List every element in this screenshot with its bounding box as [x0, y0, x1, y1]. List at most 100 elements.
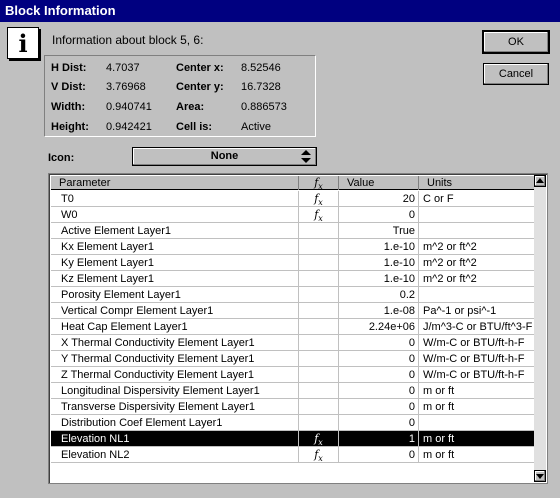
- function-cell[interactable]: [299, 383, 339, 399]
- header-units[interactable]: Units: [419, 176, 536, 190]
- table-row[interactable]: Elevation NL1 fx 1 m or ft: [51, 431, 536, 447]
- units-cell: Pa^-1 or psi^-1: [419, 303, 536, 319]
- table-row[interactable]: T0 fx 20 C or F: [51, 191, 536, 207]
- value-cell[interactable]: 2.24e+06: [339, 319, 419, 335]
- value-cell[interactable]: True: [339, 223, 419, 239]
- table-row[interactable]: Elevation NL2 fx 0 m or ft: [51, 447, 536, 463]
- table-row[interactable]: Y Thermal Conductivity Element Layer1 0 W/…: [51, 351, 536, 367]
- arrow-down-icon: [536, 474, 544, 479]
- area-value: 0.886573: [241, 101, 287, 113]
- function-cell[interactable]: [299, 271, 339, 287]
- function-cell[interactable]: [299, 319, 339, 335]
- icon-select-value: None: [210, 150, 239, 162]
- width-label: Width:: [51, 101, 86, 113]
- value-cell[interactable]: 0: [339, 447, 419, 463]
- parameter-cell: Vertical Compr Element Layer1: [51, 303, 299, 319]
- value-cell[interactable]: 1: [339, 431, 419, 447]
- parameter-cell: Kz Element Layer1: [51, 271, 299, 287]
- center-x-label: Center x:: [176, 62, 224, 74]
- value-cell[interactable]: 0.2: [339, 287, 419, 303]
- value-cell[interactable]: 0: [339, 335, 419, 351]
- table-row[interactable]: Z Thermal Conductivity Element Layer1 0 W/…: [51, 367, 536, 383]
- parameter-cell: Transverse Dispersivity Element Layer1: [51, 399, 299, 415]
- header-function[interactable]: fx: [299, 176, 339, 191]
- table-row[interactable]: Transverse Dispersivity Element Layer1 0 m…: [51, 399, 536, 415]
- table-row[interactable]: Active Element Layer1 True: [51, 223, 536, 239]
- table-row[interactable]: Porosity Element Layer1 0.2: [51, 287, 536, 303]
- value-cell[interactable]: 0: [339, 399, 419, 415]
- icon-select[interactable]: None: [132, 147, 317, 166]
- value-cell[interactable]: 0: [339, 351, 419, 367]
- table-row[interactable]: Heat Cap Element Layer1 2.24e+06 J/m^3-C o…: [51, 319, 536, 335]
- vertical-scrollbar[interactable]: [534, 175, 546, 482]
- function-cell[interactable]: [299, 415, 339, 431]
- cell-value: Active: [241, 121, 271, 133]
- cell-label: Cell is:: [176, 121, 213, 133]
- scroll-up-button[interactable]: [534, 175, 546, 187]
- value-cell[interactable]: 1.e-08: [339, 303, 419, 319]
- ok-button[interactable]: OK: [483, 31, 549, 53]
- icon-label: Icon:: [48, 152, 75, 164]
- table-rows: T0 fx 20 C or F W0 fx 0 Active Element Layer1 Tr…: [51, 191, 536, 463]
- function-cell[interactable]: [299, 223, 339, 239]
- value-cell[interactable]: 1.e-10: [339, 255, 419, 271]
- window-title: Block Information: [5, 3, 116, 18]
- units-cell: m or ft: [419, 431, 536, 447]
- scroll-down-button[interactable]: [534, 470, 546, 482]
- header-value[interactable]: Value: [339, 176, 419, 190]
- function-cell[interactable]: [299, 287, 339, 303]
- units-cell: W/m-C or BTU/ft-h-F: [419, 335, 536, 351]
- center-y-label: Center y:: [176, 81, 224, 93]
- value-cell[interactable]: 0: [339, 207, 419, 223]
- function-cell[interactable]: [299, 335, 339, 351]
- table-row[interactable]: Vertical Compr Element Layer1 1.e-08 Pa^-1…: [51, 303, 536, 319]
- units-cell: W/m-C or BTU/ft-h-F: [419, 351, 536, 367]
- function-cell[interactable]: [299, 399, 339, 415]
- table-row[interactable]: Distribution Coef Element Layer1 0: [51, 415, 536, 431]
- value-cell[interactable]: 1.e-10: [339, 271, 419, 287]
- parameter-cell: Z Thermal Conductivity Element Layer1: [51, 367, 299, 383]
- value-cell[interactable]: 0: [339, 415, 419, 431]
- function-cell[interactable]: [299, 351, 339, 367]
- value-cell[interactable]: 0: [339, 383, 419, 399]
- units-cell: m^2 or ft^2: [419, 255, 536, 271]
- table-row[interactable]: Kx Element Layer1 1.e-10 m^2 or ft^2: [51, 239, 536, 255]
- function-cell[interactable]: fx: [299, 431, 339, 447]
- v-dist-value: 3.76968: [106, 81, 146, 93]
- parameter-cell: Heat Cap Element Layer1: [51, 319, 299, 335]
- value-cell[interactable]: 1.e-10: [339, 239, 419, 255]
- table-row[interactable]: Kz Element Layer1 1.e-10 m^2 or ft^2: [51, 271, 536, 287]
- parameter-cell: Elevation NL2: [51, 447, 299, 463]
- units-cell: [419, 207, 536, 223]
- parameter-cell: X Thermal Conductivity Element Layer1: [51, 335, 299, 351]
- header-parameter[interactable]: Parameter: [51, 176, 299, 190]
- block-stats-panel: H Dist: 4.7037 Center x: 8.52546 V Dist:…: [44, 55, 316, 137]
- units-cell: m or ft: [419, 447, 536, 463]
- table-row[interactable]: W0 fx 0: [51, 207, 536, 223]
- area-label: Area:: [176, 101, 205, 113]
- value-cell[interactable]: 0: [339, 367, 419, 383]
- parameter-cell: Y Thermal Conductivity Element Layer1: [51, 351, 299, 367]
- center-y-value: 16.7328: [241, 81, 281, 93]
- function-cell[interactable]: [299, 255, 339, 271]
- table-row[interactable]: Longitudinal Dispersivity Element Layer1…: [51, 383, 536, 399]
- function-cell[interactable]: fx: [299, 447, 339, 463]
- function-cell[interactable]: [299, 367, 339, 383]
- function-icon: fx: [314, 208, 323, 223]
- units-cell: m or ft: [419, 383, 536, 399]
- units-cell: [419, 223, 536, 239]
- v-dist-label: V Dist:: [51, 81, 86, 93]
- parameter-cell: W0: [51, 207, 299, 223]
- units-cell: [419, 287, 536, 303]
- function-cell[interactable]: [299, 303, 339, 319]
- function-icon: fx: [314, 432, 323, 447]
- cancel-button[interactable]: Cancel: [483, 63, 549, 85]
- height-value: 0.942421: [106, 121, 152, 133]
- table-row[interactable]: Ky Element Layer1 1.e-10 m^2 or ft^2: [51, 255, 536, 271]
- value-cell[interactable]: 20: [339, 191, 419, 207]
- parameter-cell: Distribution Coef Element Layer1: [51, 415, 299, 431]
- function-cell[interactable]: [299, 239, 339, 255]
- function-cell[interactable]: fx: [299, 191, 339, 207]
- table-row[interactable]: X Thermal Conductivity Element Layer1 0 W/…: [51, 335, 536, 351]
- function-cell[interactable]: fx: [299, 207, 339, 223]
